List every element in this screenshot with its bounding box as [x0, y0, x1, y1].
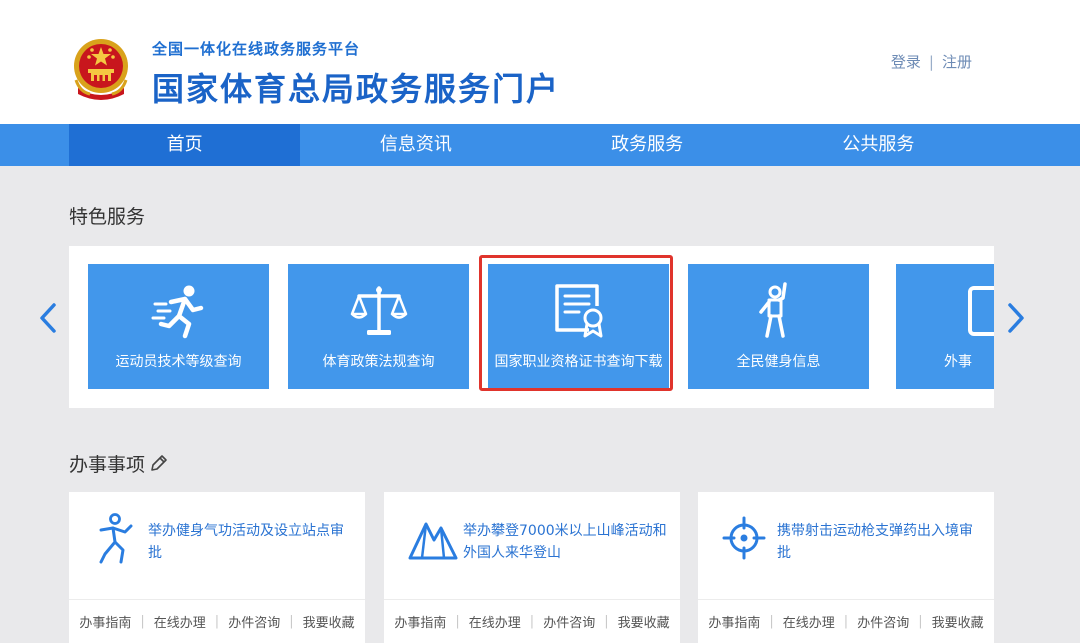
action-favorite[interactable]: 我要收藏: [932, 612, 984, 631]
affair-title[interactable]: 举办健身气功活动及设立站点审批: [148, 520, 353, 564]
featured-section-title: 特色服务: [69, 206, 146, 228]
featured-card-vocational-certificate[interactable]: 国家职业资格证书查询下载: [488, 264, 669, 389]
action-consult[interactable]: 办件咨询: [857, 612, 909, 631]
auth-links: 登录 | 注册: [891, 51, 972, 72]
carousel-next-icon[interactable]: [1002, 300, 1028, 336]
affair-actions: 办事指南 | 在线办理 | 办件咨询 | 我要收藏: [69, 599, 365, 643]
affair-actions: 办事指南 | 在线办理 | 办件咨询 | 我要收藏: [384, 599, 680, 643]
featured-card-label: 外事: [944, 354, 972, 370]
featured-card-label: 体育政策法规查询: [322, 354, 435, 370]
featured-card-label: 全民健身信息: [736, 354, 821, 370]
action-favorite[interactable]: 我要收藏: [303, 612, 355, 631]
fitness-person-icon: [758, 282, 787, 338]
featured-card-sports-policy[interactable]: 体育政策法规查询: [288, 264, 469, 389]
action-guide[interactable]: 办事指南: [394, 612, 446, 631]
qigong-person-icon: [99, 513, 133, 564]
register-link[interactable]: 注册: [942, 53, 972, 71]
crosshair-icon: [722, 516, 766, 560]
national-emblem-icon: [74, 39, 128, 100]
running-person-icon: [151, 285, 203, 339]
affair-title[interactable]: 举办攀登7000米以上山峰活动和外国人来华登山: [463, 520, 668, 564]
action-guide[interactable]: 办事指南: [708, 612, 760, 631]
pencil-icon[interactable]: [149, 453, 169, 473]
nav-item-government-services[interactable]: 政务服务: [532, 124, 763, 166]
featured-card-national-fitness[interactable]: 全民健身信息: [688, 264, 869, 389]
platform-name: 全国一体化在线政务服务平台: [152, 40, 361, 58]
auth-separator: |: [928, 53, 934, 71]
featured-card-foreign-affairs[interactable]: 外事: [896, 264, 994, 389]
affair-card-firearms: 携带射击运动枪支弹药出入境审批 办事指南 | 在线办理 | 办件咨询 | 我要收藏: [698, 492, 994, 643]
certificate-icon: [554, 284, 602, 338]
site-header: 全国一体化在线政务服务平台 国家体育总局政务服务门户 登录 | 注册: [0, 0, 1080, 124]
portal-title: 国家体育总局政务服务门户: [152, 70, 561, 108]
document-icon: [968, 286, 994, 336]
action-guide[interactable]: 办事指南: [79, 612, 131, 631]
affair-card-mountaineering: 举办攀登7000米以上山峰活动和外国人来华登山 办事指南 | 在线办理 | 办件咨询 | 我…: [384, 492, 680, 643]
action-favorite[interactable]: 我要收藏: [618, 612, 670, 631]
featured-carousel: 运动员技术等级查询 体育政策法规查询 国家职业资格证书查询下载 全民健身信息 外…: [69, 246, 994, 408]
affairs-title-text: 办事事项: [69, 454, 146, 476]
affair-title[interactable]: 携带射击运动枪支弹药出入境审批: [777, 520, 982, 564]
nav-item-news[interactable]: 信息资讯: [300, 124, 531, 166]
carousel-prev-icon[interactable]: [36, 300, 62, 336]
featured-card-label: 运动员技术等级查询: [115, 354, 242, 370]
action-online[interactable]: 在线办理: [469, 612, 521, 631]
login-link[interactable]: 登录: [891, 53, 921, 71]
mountain-icon: [408, 522, 458, 560]
action-consult[interactable]: 办件咨询: [228, 612, 280, 631]
affair-card-qigong: 举办健身气功活动及设立站点审批 办事指南 | 在线办理 | 办件咨询 | 我要收藏: [69, 492, 365, 643]
featured-card-athlete-level[interactable]: 运动员技术等级查询: [88, 264, 269, 389]
nav-item-home[interactable]: 首页: [69, 124, 301, 166]
action-consult[interactable]: 办件咨询: [543, 612, 595, 631]
scales-icon: [350, 286, 407, 335]
action-online[interactable]: 在线办理: [783, 612, 835, 631]
action-online[interactable]: 在线办理: [154, 612, 206, 631]
main-nav: 首页 信息资讯 政务服务 公共服务: [0, 124, 1080, 166]
affair-actions: 办事指南 | 在线办理 | 办件咨询 | 我要收藏: [698, 599, 994, 643]
nav-item-public-services[interactable]: 公共服务: [763, 124, 994, 166]
featured-card-label: 国家职业资格证书查询下载: [494, 354, 663, 370]
affairs-section-title: 办事事项: [69, 450, 169, 477]
